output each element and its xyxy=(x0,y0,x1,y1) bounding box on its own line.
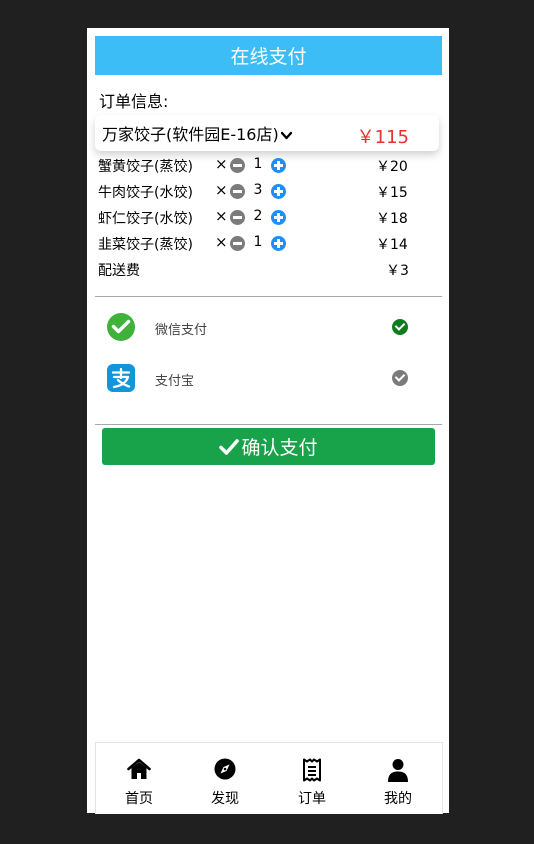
delivery-fee-row: 配送费 ￥3 xyxy=(98,260,409,280)
tab-orders[interactable]: 订单 xyxy=(269,743,355,814)
page-title: 在线支付 xyxy=(230,46,307,68)
store-card[interactable]: 万家饺子(软件园E-16店) ￥115 xyxy=(95,115,439,151)
receipt-icon xyxy=(303,758,321,782)
plus-button[interactable] xyxy=(271,210,286,225)
delivery-fee-label: 配送费 xyxy=(98,263,140,279)
item-name: 虾仁饺子(水饺) xyxy=(98,211,193,227)
tab-home[interactable]: 首页 xyxy=(96,743,182,814)
tab-label: 发现 xyxy=(211,791,239,807)
divider xyxy=(95,424,442,425)
payment-option-alipay[interactable]: 支付宝 xyxy=(95,358,442,398)
order-item: 虾仁饺子(水饺) × 2 ￥18 xyxy=(98,207,408,228)
item-name: 蟹黄饺子(蒸饺) xyxy=(98,159,193,175)
store-name: 万家饺子(软件园E-16店) xyxy=(102,125,279,144)
check-circle-icon xyxy=(392,370,408,386)
item-price: ￥14 xyxy=(376,237,408,253)
times-sign: × xyxy=(215,207,228,225)
item-name: 牛肉饺子(水饺) xyxy=(98,185,193,201)
item-price: ￥15 xyxy=(376,185,408,201)
plus-button[interactable] xyxy=(271,236,286,251)
bottom-tab-bar: 首页 发现 订单 我的 xyxy=(95,742,443,814)
home-icon xyxy=(127,758,151,779)
delivery-fee-price: ￥3 xyxy=(386,263,409,279)
item-quantity: 1 xyxy=(253,234,263,250)
check-circle-icon xyxy=(392,319,408,335)
payment-label: 微信支付 xyxy=(155,323,208,338)
divider xyxy=(95,296,442,297)
order-item: 韭菜饺子(蒸饺) × 1 ￥14 xyxy=(98,233,408,254)
order-section-title: 订单信息: xyxy=(99,92,169,111)
times-sign: × xyxy=(215,233,228,251)
item-price: ￥20 xyxy=(376,159,408,175)
header-bar: 在线支付 xyxy=(95,36,442,75)
checkmark-icon xyxy=(219,438,240,455)
tab-label: 订单 xyxy=(298,791,326,807)
item-name: 韭菜饺子(蒸饺) xyxy=(98,237,193,253)
confirm-pay-label: 确认支付 xyxy=(241,437,318,459)
tab-mine[interactable]: 我的 xyxy=(355,743,441,814)
item-price: ￥18 xyxy=(376,211,408,227)
phone-screen: 在线支付 订单信息: 万家饺子(软件园E-16店) ￥115 蟹黄饺子(蒸饺) … xyxy=(87,28,449,814)
store-selector[interactable]: 万家饺子(软件园E-16店) xyxy=(102,121,292,145)
order-item: 蟹黄饺子(蒸饺) × 1 ￥20 xyxy=(98,155,408,176)
payment-option-wechat[interactable]: 微信支付 xyxy=(95,307,442,347)
times-sign: × xyxy=(215,181,228,199)
user-icon xyxy=(388,759,408,782)
minus-button[interactable] xyxy=(230,210,245,225)
minus-button[interactable] xyxy=(230,158,245,173)
order-total: ￥115 xyxy=(356,127,409,148)
payment-label: 支付宝 xyxy=(155,374,195,389)
plus-button[interactable] xyxy=(271,158,286,173)
wechat-pay-icon xyxy=(107,313,135,341)
plus-button[interactable] xyxy=(271,184,286,199)
minus-button[interactable] xyxy=(230,236,245,251)
compass-icon xyxy=(214,758,236,780)
tab-label: 我的 xyxy=(384,791,412,807)
tab-discover[interactable]: 发现 xyxy=(182,743,268,814)
alipay-icon xyxy=(107,364,135,392)
confirm-pay-button[interactable]: 确认支付 xyxy=(102,428,435,465)
tab-label: 首页 xyxy=(125,791,153,807)
minus-button[interactable] xyxy=(230,184,245,199)
item-quantity: 3 xyxy=(253,182,263,198)
item-quantity: 1 xyxy=(253,156,263,172)
item-quantity: 2 xyxy=(253,208,263,224)
order-item: 牛肉饺子(水饺) × 3 ￥15 xyxy=(98,181,408,202)
times-sign: × xyxy=(215,155,228,173)
chevron-down-icon xyxy=(280,131,292,140)
